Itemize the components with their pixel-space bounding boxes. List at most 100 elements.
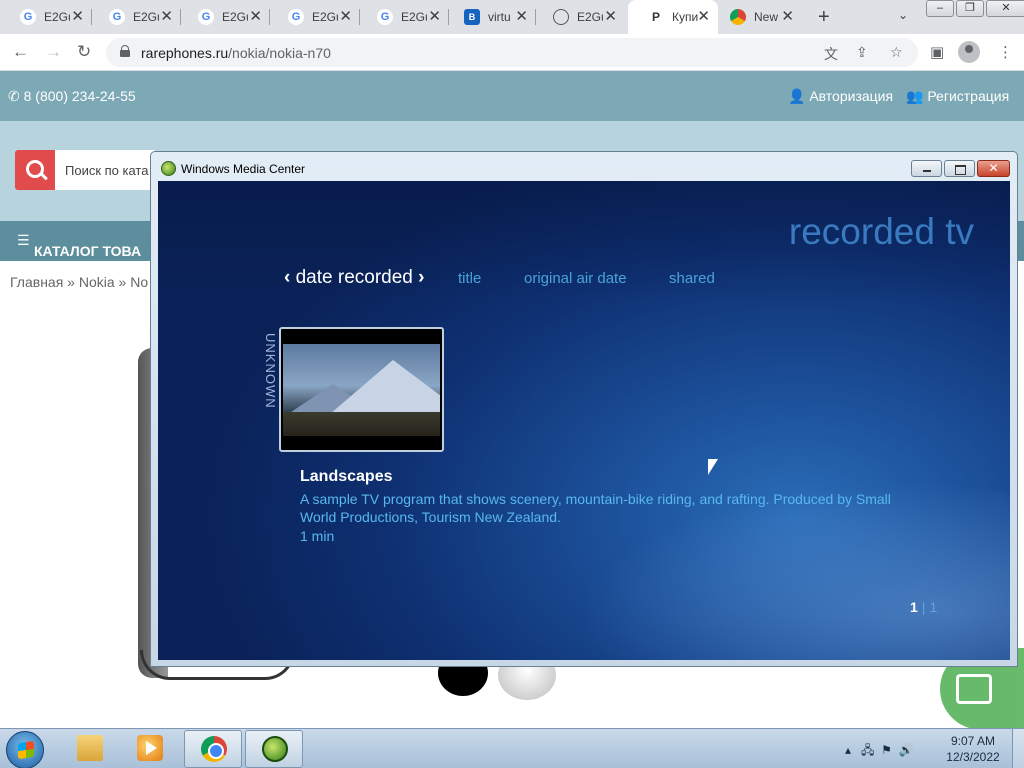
- program-description: A sample TV program that shows scenery, …: [300, 491, 891, 525]
- chrome-icon: [730, 9, 746, 25]
- site-search-input[interactable]: Поиск по ката: [55, 150, 155, 190]
- wmc-maximize-button[interactable]: [944, 160, 975, 177]
- recording-thumbnail[interactable]: [279, 327, 444, 452]
- close-tab-icon[interactable]: ✕: [160, 9, 173, 25]
- close-tab-icon[interactable]: ✕: [604, 9, 617, 25]
- media-center-icon: [262, 736, 288, 762]
- show-desktop-button[interactable]: [1012, 729, 1024, 768]
- volume-icon[interactable]: 🔊: [899, 743, 914, 757]
- sort-original-air-date[interactable]: original air date: [524, 270, 627, 287]
- tab-title: E2Gu: [312, 10, 338, 24]
- google-g-icon: G: [109, 9, 125, 25]
- taskbar-media-center[interactable]: [245, 730, 303, 768]
- taskbar: ▴ 🖧 ⚑ 🔊 9:07 AM 12/3/2022: [0, 728, 1024, 768]
- taskbar-explorer[interactable]: [61, 730, 119, 768]
- reload-icon[interactable]: ↻: [77, 42, 91, 62]
- wmc-close-button[interactable]: ✕: [977, 160, 1010, 177]
- system-tray: ▴ 🖧 ⚑ 🔊: [845, 741, 914, 762]
- taskbar-media-player[interactable]: [121, 730, 179, 768]
- google-g-icon: G: [198, 9, 214, 25]
- browser-tab[interactable]: E2Gu ✕: [533, 0, 625, 34]
- sort-title[interactable]: title: [458, 270, 481, 287]
- tab-title: Купи: [672, 10, 698, 24]
- wmc-content: recorded tv ‹ date recorded › title orig…: [158, 181, 1010, 660]
- tab-title: E2Gu: [222, 10, 248, 24]
- site-phone[interactable]: ✆ 8 (800) 234-24-55: [8, 88, 136, 105]
- tab-title: virtu: [488, 10, 511, 24]
- taskbar-chrome[interactable]: [184, 730, 242, 768]
- url-text[interactable]: rarephones.ru/nokia/nokia-n70: [141, 45, 331, 61]
- chrome-icon: [201, 736, 227, 762]
- close-tab-icon[interactable]: ✕: [339, 9, 352, 25]
- chevron-down-icon[interactable]: ⌄: [898, 8, 908, 22]
- new-tab-icon[interactable]: +: [818, 7, 830, 27]
- close-tab-icon[interactable]: ✕: [428, 9, 441, 25]
- login-link[interactable]: 👤 Авторизация: [788, 88, 893, 105]
- phone-number: 8 (800) 234-24-55: [23, 88, 136, 104]
- browser-tab[interactable]: G E2Gu ✕: [268, 0, 360, 34]
- browser-tab[interactable]: B virtu ✕: [444, 0, 536, 34]
- browser-tab[interactable]: G E2Gu ✕: [89, 0, 181, 34]
- breadcrumb[interactable]: Главная » Nokia » No: [10, 274, 148, 290]
- start-button[interactable]: [6, 731, 44, 768]
- tab-title: New: [754, 10, 779, 24]
- register-label: Регистрация: [927, 88, 1010, 104]
- sort-shared[interactable]: shared: [669, 270, 715, 287]
- taskbar-clock[interactable]: 9:07 AM 12/3/2022: [944, 733, 1002, 765]
- rarephones-icon: P: [651, 10, 660, 24]
- browser-tab[interactable]: G E2Gu ✕: [357, 0, 449, 34]
- wmc-window-title: Windows Media Center: [181, 162, 306, 176]
- side-panel-icon[interactable]: ▣: [930, 43, 944, 61]
- program-title: Landscapes: [300, 468, 393, 485]
- close-tab-icon[interactable]: ✕: [781, 9, 794, 25]
- google-g-icon: G: [288, 9, 304, 25]
- close-tab-icon[interactable]: ✕: [697, 9, 710, 25]
- group-label: UNKNOWN: [260, 333, 280, 423]
- browser-tab-active[interactable]: P Купи ✕: [628, 0, 718, 34]
- site-search-placeholder: Поиск по ката: [65, 163, 149, 178]
- close-tab-icon[interactable]: ✕: [515, 9, 528, 25]
- back-arrow-icon[interactable]: ←: [12, 42, 29, 62]
- clock-time: 9:07 AM: [950, 734, 996, 748]
- browser-tab-strip: G E2Gu ✕ G E2Gu ✕ G E2Gu ✕ G E2Gu ✕ G E2…: [0, 0, 1024, 34]
- page-total: 1: [929, 599, 938, 615]
- bookmark-star-icon[interactable]: ☆: [890, 44, 903, 61]
- action-center-icon[interactable]: ⚑: [881, 743, 892, 757]
- media-player-icon: [137, 735, 163, 761]
- close-tab-icon[interactable]: ✕: [71, 9, 84, 25]
- close-tab-icon[interactable]: ✕: [249, 9, 262, 25]
- tray-expand-icon[interactable]: ▴: [845, 743, 851, 757]
- globe-icon: [553, 9, 569, 25]
- chevron-left-icon[interactable]: ‹: [284, 267, 290, 288]
- register-link[interactable]: 👥 Регистрация: [906, 88, 1009, 105]
- browser-tab[interactable]: G E2Gu ✕: [0, 0, 92, 34]
- chevron-right-icon[interactable]: ›: [418, 267, 424, 288]
- catalog-text: КАТАЛОГ ТОВА: [34, 243, 142, 259]
- site-search-button[interactable]: [15, 150, 55, 190]
- translate-icon[interactable]: 文: [824, 44, 838, 64]
- wmc-minimize-button[interactable]: [911, 160, 942, 177]
- mountain-landscape-image: [283, 344, 440, 436]
- folder-icon: [77, 735, 103, 761]
- minimize-icon[interactable]: –: [926, 0, 954, 17]
- browser-window-controls: – ❐ ✕: [926, 0, 1024, 17]
- mouse-pointer-icon: [708, 459, 718, 475]
- url-host: rarephones.ru: [141, 45, 229, 61]
- restore-icon[interactable]: ❐: [956, 0, 984, 17]
- close-icon[interactable]: ✕: [986, 0, 1024, 17]
- profile-avatar-icon[interactable]: [958, 41, 980, 63]
- close-icon: ✕: [988, 161, 999, 175]
- forward-arrow-icon[interactable]: →: [45, 42, 62, 62]
- google-g-icon: G: [20, 9, 36, 25]
- lock-icon: [120, 45, 130, 57]
- page-current: 1: [910, 599, 918, 615]
- network-icon[interactable]: 🖧: [861, 743, 874, 757]
- wmc-logo-icon: [161, 161, 176, 176]
- share-icon[interactable]: ⇪: [856, 44, 868, 61]
- browser-tab[interactable]: G E2Gu ✕: [178, 0, 270, 34]
- sort-date-recorded[interactable]: ‹ date recorded ›: [284, 267, 424, 289]
- menu-dots-icon[interactable]: ⋮: [998, 43, 1013, 61]
- browser-tab[interactable]: New ✕: [710, 0, 802, 34]
- page-indicator: 1 | 1: [910, 599, 937, 615]
- address-bar[interactable]: rarephones.ru/nokia/nokia-n70 文 ⇪ ☆: [106, 38, 918, 67]
